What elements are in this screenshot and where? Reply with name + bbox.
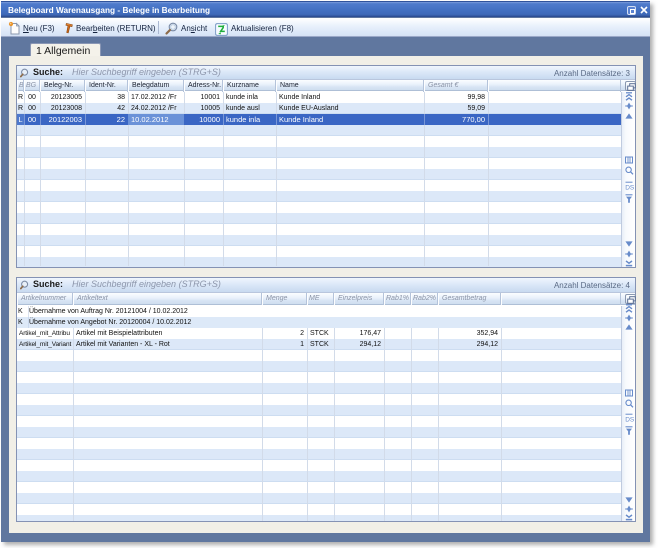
svg-text:DS: DS <box>625 185 634 191</box>
svg-text:DS: DS <box>625 417 634 423</box>
